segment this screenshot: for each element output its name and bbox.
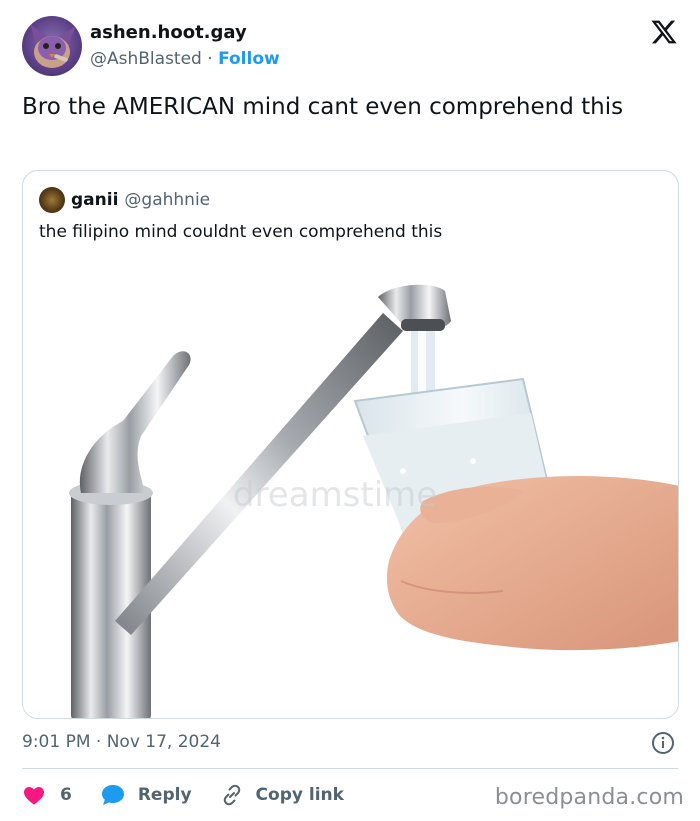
author-display-name[interactable]: ashen.hoot.gay: [90, 22, 280, 44]
author-avatar[interactable]: [22, 16, 82, 76]
link-icon: [223, 784, 240, 806]
copy-link-label: Copy link: [255, 785, 344, 805]
x-logo-icon[interactable]: [650, 18, 678, 46]
tweet-timestamp[interactable]: 9:01 PM · Nov 17, 2024: [22, 730, 221, 754]
site-watermark: boredpanda.com: [494, 785, 684, 810]
reply-button[interactable]: Reply: [100, 783, 192, 807]
stock-watermark: dreamstime: [233, 475, 437, 515]
heart-icon: [24, 787, 44, 805]
like-button[interactable]: 6: [22, 783, 72, 807]
quoted-author-avatar: [39, 187, 65, 213]
tweet-text: Bro the AMERICAN mind cant even comprehe…: [22, 94, 624, 120]
author-handle[interactable]: @AshBlasted: [90, 49, 202, 69]
like-count: 6: [60, 785, 72, 805]
reply-label: Reply: [137, 785, 192, 805]
follow-button[interactable]: Follow: [218, 49, 280, 69]
quoted-author-name: ganii: [71, 190, 119, 210]
quoted-tweet[interactable]: ganii @gahhnie the filipino mind couldnt…: [22, 170, 679, 719]
reply-bubble-icon: [101, 785, 124, 805]
tweet-header: ashen.hoot.gay @AshBlasted · Follow: [22, 16, 678, 78]
quoted-tweet-text: the filipino mind couldnt even comprehen…: [39, 222, 443, 242]
handle-separator: ·: [207, 49, 213, 69]
divider: [22, 768, 678, 769]
quoted-tweet-image[interactable]: dreamstime: [23, 261, 679, 719]
action-bar: 6 Reply Copy link: [22, 780, 344, 810]
info-icon[interactable]: [651, 731, 675, 755]
quoted-author-handle: @gahhnie: [124, 190, 211, 210]
copy-link-button[interactable]: Copy link: [220, 783, 344, 807]
